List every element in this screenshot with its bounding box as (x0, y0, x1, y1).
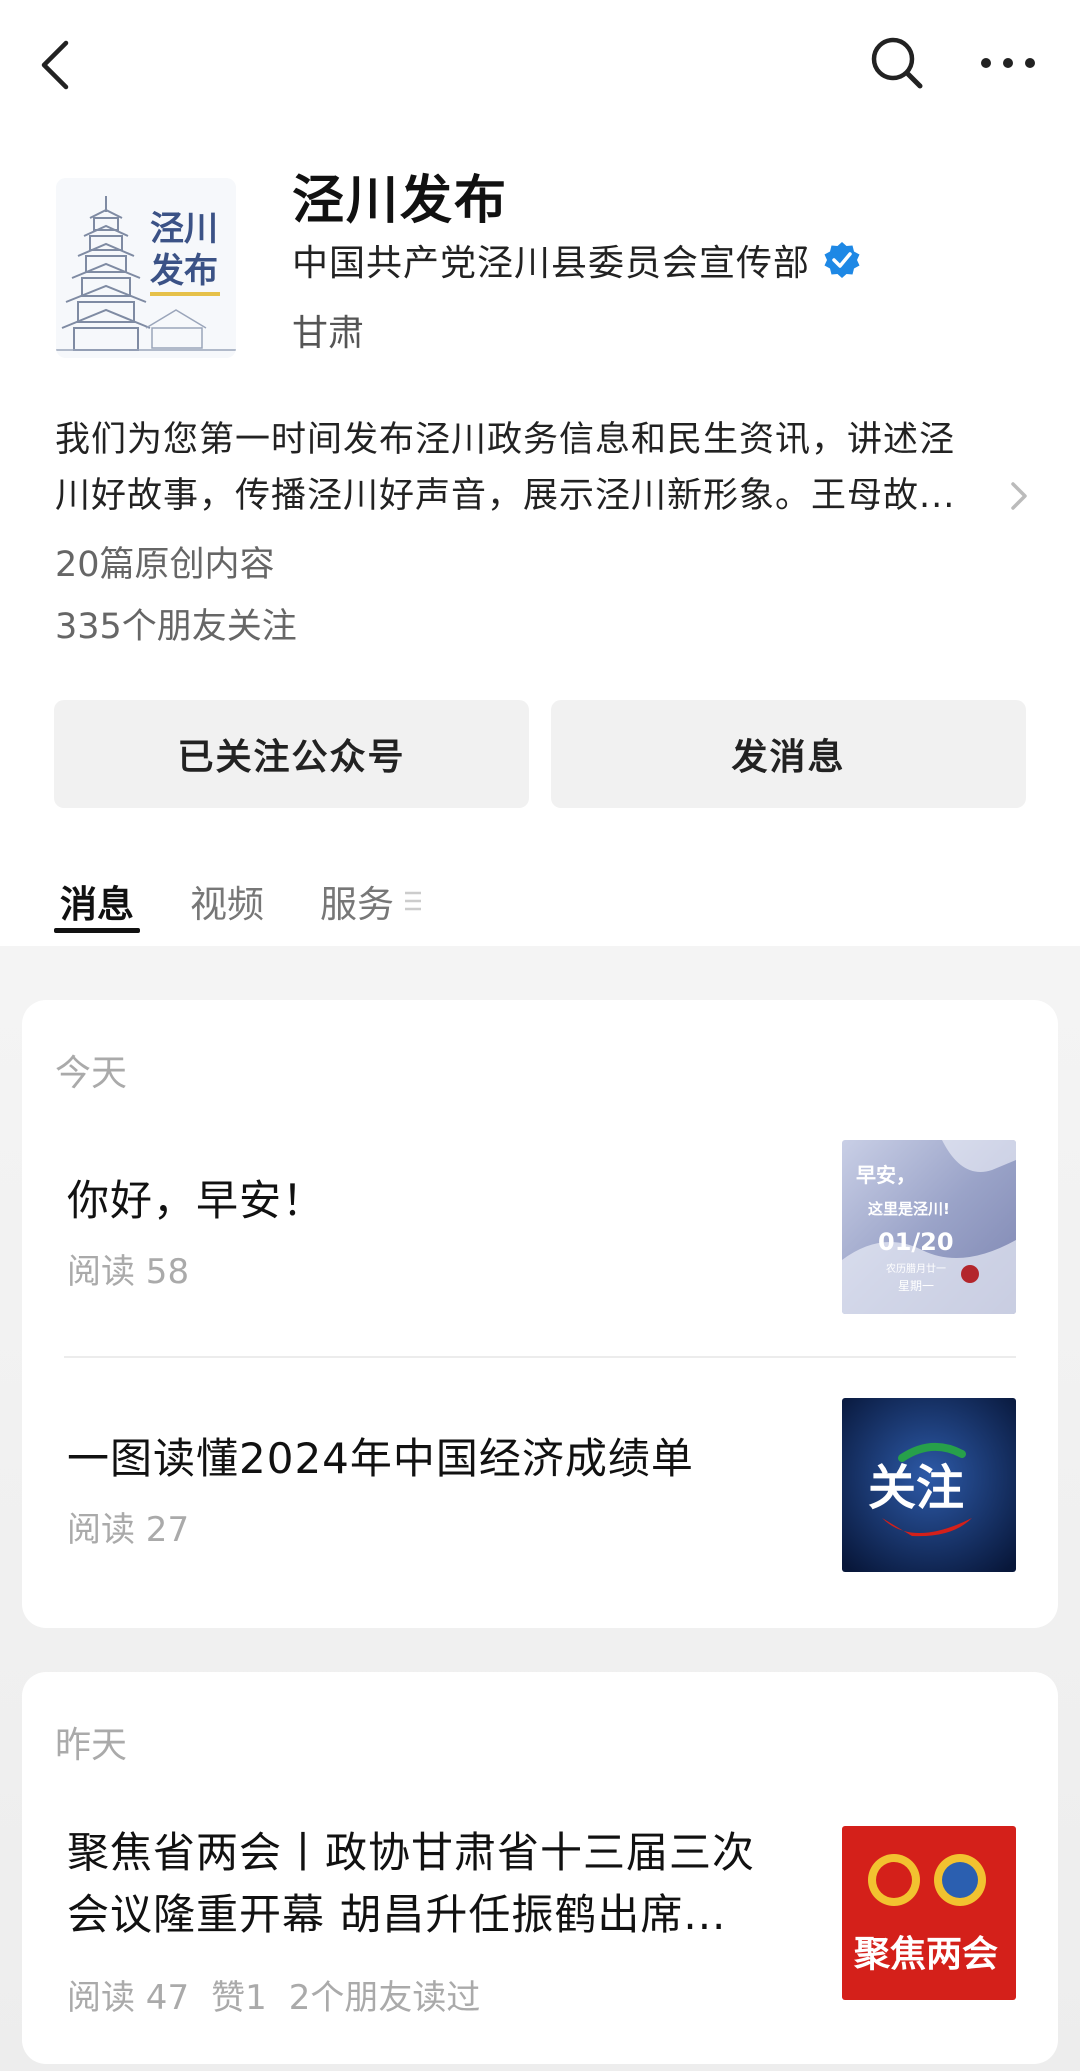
organization-name: 中国共产党泾川县委员会宣传部 (292, 243, 811, 284)
description-line-2: 川好故事，传播泾川好声音，展示泾川新形象。王母故... (55, 476, 956, 516)
account-name: 泾川发布 (292, 171, 509, 231)
article-read-count: 阅读 27 (67, 1510, 190, 1550)
thumb-text-weekday: 星期一 (898, 1279, 934, 1293)
back-arrow-icon[interactable] (30, 30, 80, 100)
article-like-count: 赞1 (211, 1978, 267, 2018)
date-group-label: 今天 (55, 1053, 128, 1094)
article-friends-read: 2个朋友读过 (288, 1978, 481, 2018)
thumb-text-date: 01/20 (878, 1228, 954, 1256)
content-tabs: 消息 视频 服务 (0, 866, 1080, 946)
feed-group-yesterday: 昨天 聚焦省两会丨政协甘肃省十三届三次 会议隆重开幕 胡昌升任振鹤出席... 阅… (22, 1672, 1058, 2064)
article-title-line-2: 会议隆重开幕 胡昌升任振鹤出席... (67, 1890, 727, 1939)
active-tab-indicator (54, 928, 140, 933)
followed-account-button[interactable]: 已关注公众号 (54, 700, 529, 808)
account-description[interactable]: 我们为您第一时间发布泾川政务信息和民生资讯，讲述泾 川好故事，传播泾川好声音，展… (55, 412, 1035, 524)
article-meta: 阅读 47 赞1 2个朋友读过 (67, 1970, 502, 2019)
article-title: 你好，早安！ (67, 1176, 326, 1225)
account-logo[interactable]: 泾川 发布 (56, 178, 236, 358)
menu-lines-icon[interactable] (402, 888, 424, 914)
article-title-line-1: 聚焦省两会丨政协甘肃省十三届三次 (67, 1828, 756, 1877)
feed-group-today: 今天 你好，早安！ 阅读 58 早安， 这里是泾川! 01/20 农历腊月廿一 … (22, 1000, 1058, 1628)
chevron-right-icon[interactable] (1004, 476, 1034, 516)
friends-following-count[interactable]: 335个朋友关注 (55, 598, 297, 649)
article-thumbnail[interactable]: 关注 (842, 1398, 1016, 1572)
search-icon[interactable] (862, 28, 932, 98)
tab-services[interactable]: 服务 (320, 874, 394, 928)
organization-row[interactable]: 中国共产党泾川县委员会宣传部 (292, 234, 862, 286)
logo-text-fabu: 发布 (150, 251, 218, 291)
thumb-text-two-sessions: 聚焦两会 (853, 1933, 998, 1975)
thumb-text-focus: 关注 (868, 1460, 964, 1516)
article-divider (64, 1356, 1016, 1358)
article-item[interactable]: 聚焦省两会丨政协甘肃省十三届三次 会议隆重开幕 胡昌升任振鹤出席... 阅读 4… (22, 1822, 1058, 2018)
thumb-text-morning: 早安， (856, 1163, 916, 1187)
more-options-icon[interactable] (968, 28, 1048, 98)
article-title: 一图读懂2024年中国经济成绩单 (67, 1434, 694, 1483)
thumb-text-lunar: 农历腊月廿一 (886, 1262, 946, 1275)
article-read-count: 阅读 47 (67, 1978, 190, 2018)
article-item[interactable]: 你好，早安！ 阅读 58 早安， 这里是泾川! 01/20 农历腊月廿一 星期一 (22, 1140, 1058, 1320)
tab-messages[interactable]: 消息 (60, 874, 134, 928)
account-profile-header: 泾川 发布 泾川发布 中国共产党泾川县委员会宣传部 甘肃 (0, 150, 1080, 380)
article-thumbnail[interactable]: 聚焦两会 (842, 1826, 1016, 2000)
article-read-count: 阅读 58 (67, 1252, 190, 1292)
article-thumbnail[interactable]: 早安， 这里是泾川! 01/20 农历腊月廿一 星期一 (842, 1140, 1016, 1314)
article-item[interactable]: 一图读懂2024年中国经济成绩单 阅读 27 关注 (22, 1398, 1058, 1578)
description-line-1: 我们为您第一时间发布泾川政务信息和民生资讯，讲述泾 (55, 420, 956, 460)
send-message-button[interactable]: 发消息 (551, 700, 1026, 808)
verified-badge-icon (824, 242, 860, 278)
account-region: 甘肃 (292, 313, 365, 354)
top-navigation-bar (0, 0, 1080, 130)
original-content-count[interactable]: 20篇原创内容 (55, 536, 275, 587)
thumb-text-place: 这里是泾川! (868, 1200, 950, 1218)
article-title: 聚焦省两会丨政协甘肃省十三届三次 会议隆重开幕 胡昌升任振鹤出席... (67, 1822, 827, 1946)
date-group-label: 昨天 (55, 1725, 128, 1766)
tab-videos[interactable]: 视频 (190, 874, 264, 928)
logo-text-jingchuan: 泾川 (150, 209, 218, 249)
